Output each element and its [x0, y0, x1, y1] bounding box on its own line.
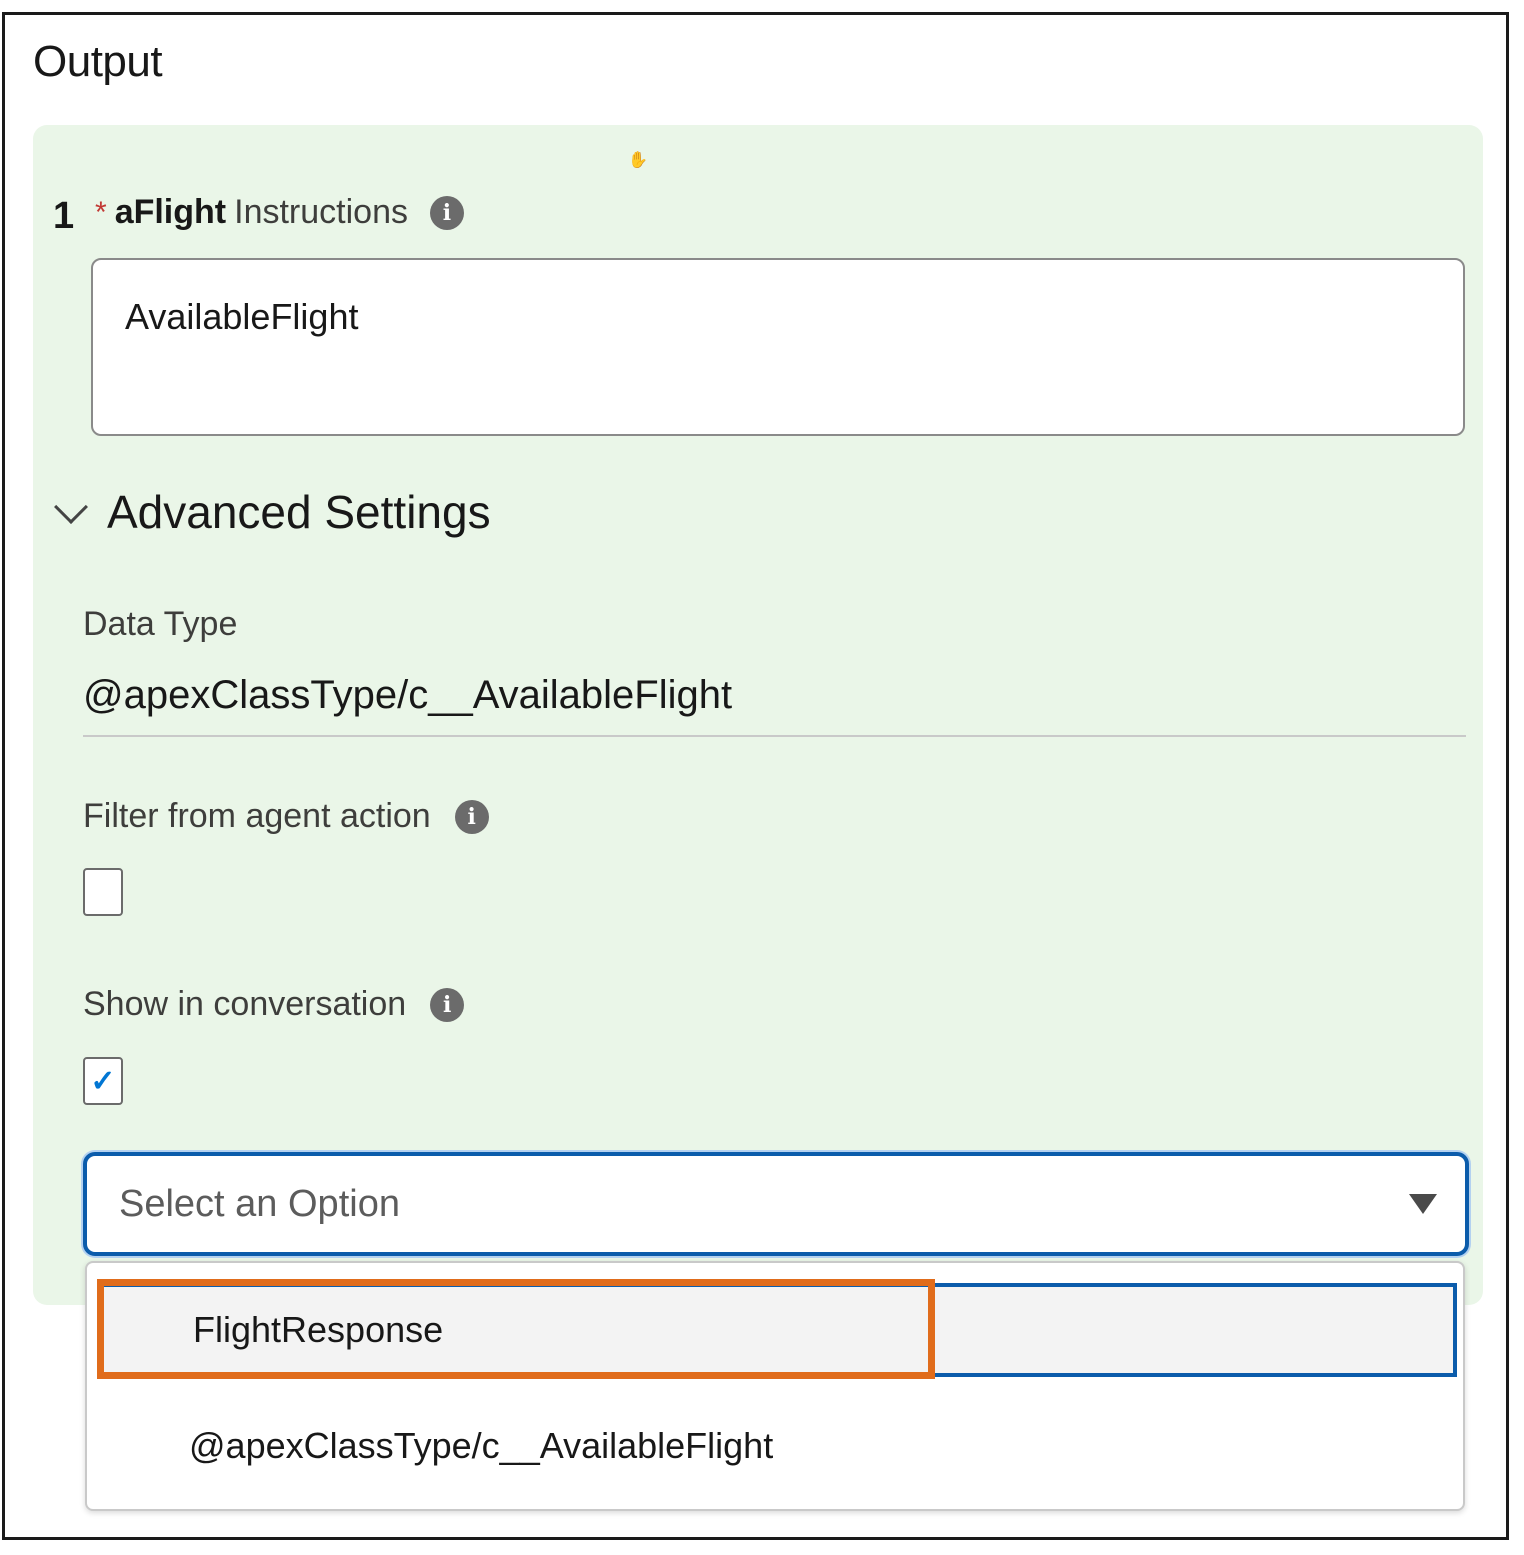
chevron-down-icon: [54, 490, 88, 524]
output-section: Output ✋ 1 * aFlight Instructions i Avai…: [2, 12, 1509, 1540]
data-type-value: @apexClassType/c__AvailableFlight: [83, 673, 733, 717]
info-icon[interactable]: i: [429, 195, 464, 230]
required-marker: *: [95, 195, 107, 229]
dropdown-option-flightresponse[interactable]: FlightResponse: [97, 1283, 1457, 1377]
check-icon: ✓: [90, 1064, 116, 1098]
advanced-settings-title: Advanced Settings: [107, 486, 491, 538]
info-icon[interactable]: i: [430, 987, 465, 1022]
data-type-label: Data Type: [83, 605, 238, 643]
info-icon[interactable]: i: [454, 799, 489, 834]
instructions-textarea[interactable]: AvailableFlight: [91, 258, 1465, 436]
instructions-label-text: Instructions: [234, 193, 408, 231]
advanced-settings-toggle[interactable]: Advanced Settings: [51, 485, 491, 539]
show-label: Show in conversation i: [83, 985, 465, 1024]
caret-down-icon: [1409, 1194, 1437, 1214]
combobox-placeholder: Select an Option: [119, 1182, 400, 1225]
filter-label: Filter from agent action i: [83, 797, 489, 836]
output-item-panel: ✋ 1 * aFlight Instructions i AvailableFl…: [33, 125, 1483, 1305]
mouse-cursor-icon: ✋: [628, 152, 648, 169]
output-name: aFlight: [114, 193, 227, 231]
option-label: FlightResponse: [193, 1309, 444, 1350]
show-in-conversation-checkbox[interactable]: ✓: [83, 1057, 123, 1105]
option-label: @apexClassType/c__AvailableFlight: [189, 1425, 774, 1466]
filter-label-text: Filter from agent action: [83, 797, 431, 835]
instructions-label: * aFlight Instructions i: [95, 193, 464, 232]
divider: [83, 735, 1466, 737]
filter-checkbox[interactable]: [83, 868, 123, 916]
combobox-dropdown: FlightResponse @apexClassType/c__Availab…: [85, 1261, 1465, 1511]
option-combobox[interactable]: Select an Option: [83, 1152, 1469, 1256]
section-title: Output: [33, 37, 163, 86]
dropdown-option-availableflight[interactable]: @apexClassType/c__AvailableFlight: [97, 1399, 1457, 1493]
show-label-text: Show in conversation: [83, 985, 407, 1023]
output-item-number: 1: [53, 195, 75, 237]
